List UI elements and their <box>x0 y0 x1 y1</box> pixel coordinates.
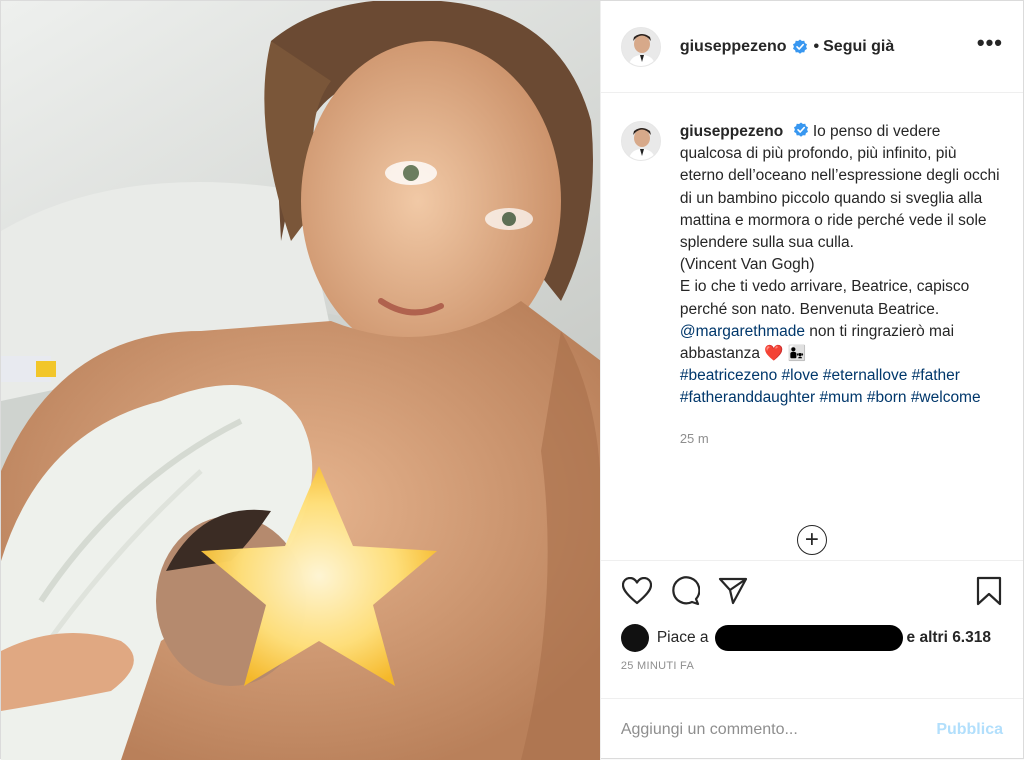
hashtag-link[interactable]: #father <box>912 367 960 384</box>
avatar-image <box>621 27 660 66</box>
likes-summary: Piace a e altri 6.318 <box>601 620 1023 656</box>
hashtag-link[interactable]: #fatheranddaughter <box>680 389 815 406</box>
author-avatar[interactable] <box>620 26 661 67</box>
more-options-icon[interactable]: ••• <box>977 31 1003 62</box>
caption-username[interactable]: giuseppezeno <box>680 123 783 140</box>
verified-badge-icon <box>793 122 808 137</box>
redacted-username <box>714 625 903 651</box>
publish-button[interactable]: Pubblica <box>936 721 1003 739</box>
post-side-panel: giuseppezeno • Segui già ••• giuseppezen… <box>599 1 1023 760</box>
caption-text-3: E io che ti vedo arrivare, Beatrice, cap… <box>679 278 970 318</box>
post-photo-illustration <box>1 1 600 760</box>
bookmark-icon[interactable] <box>971 573 1007 609</box>
hashtag-link[interactable]: #love <box>782 367 819 384</box>
speech-bubble-icon[interactable] <box>667 573 703 609</box>
hashtag-link[interactable]: #beatricezeno <box>680 367 777 384</box>
add-comment-form: Pubblica <box>600 698 1023 760</box>
author-username[interactable]: giuseppezeno <box>680 38 787 56</box>
hashtag-link[interactable]: #mum <box>819 389 862 406</box>
post-actions-bar <box>600 560 1023 620</box>
family-emoji: 👨‍👧 <box>787 345 807 363</box>
caption-text-2: (Vincent Van Gogh) <box>679 256 815 274</box>
mention-link[interactable]: @margarethmade <box>680 323 805 340</box>
caption-text-1: Io penso di vedere qualcosa di più profo… <box>679 123 1000 252</box>
load-more-comments-button[interactable]: + <box>796 525 827 555</box>
hashtag-link[interactable]: #welcome <box>911 389 981 406</box>
likes-prefix: Piace a <box>656 629 709 646</box>
caption-row: giuseppezeno Io penso di vedere qualcosa… <box>620 121 1003 450</box>
separator-dot: • <box>813 37 820 55</box>
caption-timestamp: 25 m <box>679 430 709 446</box>
follow-button[interactable]: Segui già <box>823 38 894 56</box>
post-photo[interactable] <box>1 1 600 760</box>
red-heart-emoji: ❤️ <box>764 345 784 363</box>
post-caption: giuseppezeno Io penso di vedere qualcosa… <box>680 121 1000 450</box>
hashtag-list: #beatricezeno #love #eternallove #father… <box>680 365 1000 409</box>
instagram-post: giuseppezeno • Segui già ••• giuseppezen… <box>0 0 1024 760</box>
paper-plane-icon[interactable] <box>715 573 751 609</box>
post-header: giuseppezeno • Segui già ••• <box>600 1 1023 93</box>
heart-outline-icon[interactable] <box>619 573 655 609</box>
hashtag-link[interactable]: #born <box>867 389 907 406</box>
verified-badge-icon <box>792 39 807 54</box>
hashtag-link[interactable]: #eternallove <box>823 367 907 384</box>
liker-avatar[interactable] <box>620 624 649 652</box>
comments-area: giuseppezeno Io penso di vedere qualcosa… <box>601 93 1023 560</box>
caption-avatar[interactable] <box>620 121 661 161</box>
load-more-comments: + <box>601 525 1023 555</box>
comment-input[interactable] <box>620 720 925 739</box>
likes-count[interactable]: e altri 6.318 <box>907 629 991 647</box>
avatar-image <box>621 122 660 160</box>
post-date: 25 MINUTI FA <box>620 660 695 672</box>
